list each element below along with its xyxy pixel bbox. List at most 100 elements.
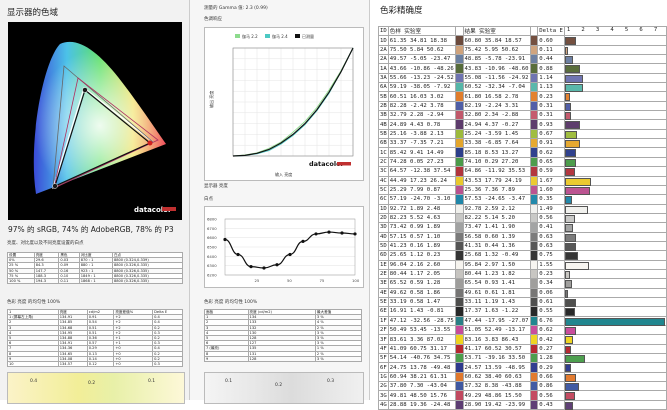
delta-e-bar-cell [563, 203, 667, 214]
delta-e-bar-cell [563, 399, 667, 410]
patch-id: 6A [378, 82, 389, 93]
gamut-title: 显示器的色域 [7, 8, 59, 18]
reference-swatch [454, 324, 464, 336]
measured-lab: 60.80 35.84 18.57 [462, 35, 531, 46]
delta-e-bar [564, 130, 577, 139]
gamma-panel: 测量的 Gamma 值: 2.3 (0.99) 色调响应 伽马 2.2 伽马 2… [190, 0, 370, 404]
measured-swatch [529, 35, 539, 46]
measured-swatch [529, 231, 539, 242]
reference-swatch [454, 156, 464, 168]
white-point-marker [236, 252, 240, 257]
patch-id: 1F [378, 315, 389, 327]
delta-e-bar [564, 74, 584, 83]
reference-swatch [454, 222, 464, 233]
reference-swatch [454, 100, 464, 112]
measured-lab: 75.42 5.95 50.62 [462, 44, 531, 56]
delta-e-bar-cell [563, 381, 667, 392]
table-cell: 1868 : 1 [78, 277, 113, 285]
table-row: 5B 25.16 -3.88 2.13 25.24 -3.59 1.45 0.67 [378, 128, 667, 140]
delta-e-bar [564, 102, 572, 111]
delta-e-value: 0.29 [537, 362, 565, 373]
measured-lab: 25.36 7.36 7.89 [462, 184, 531, 196]
delta-e-bar [564, 56, 574, 65]
delta-e-bar-cell [563, 222, 667, 233]
legend-gamma22: 伽马 2.2 [242, 33, 258, 39]
patch-id: 1C [378, 147, 389, 158]
table-row: 3G 49.81 48.50 15.76 49.29 48.86 15.50 0.56 [378, 390, 667, 401]
delta-e-bar [564, 37, 576, 46]
measured-swatch [529, 287, 539, 298]
patch-id: 2E [378, 268, 389, 280]
delta-e-bar-cell [563, 119, 667, 130]
delta-e-bar-cell [563, 306, 667, 317]
patch-id: 5E [378, 296, 389, 308]
table-row: 3F 83.61 3.36 87.02 83.16 3.83 86.43 0.42 [378, 334, 667, 345]
patch-id: 1E [378, 259, 389, 270]
measured-lab: 25.68 1.32 -0.49 [462, 250, 531, 261]
delta-e-bar [564, 242, 576, 251]
reference-swatch [454, 194, 464, 205]
measured-lab: 73.47 1.41 1.90 [462, 222, 531, 233]
delta-e-bar-cell [563, 72, 667, 84]
delta-e-bar-cell [563, 156, 667, 168]
table-row: 5F 54.14 -40.76 34.75 53.71 -39.16 33.50 1.… [378, 353, 667, 364]
patch-id: 3C [378, 166, 389, 177]
delta-e-bar [564, 112, 572, 121]
reference-lab: 16.91 1.43 -0.81 [387, 306, 456, 317]
column-header [529, 25, 539, 37]
delta-e-bar [564, 345, 571, 354]
table-row: 6C 57.19 -24.70 -3.10 57.53 -24.65 -3.47 0.… [378, 194, 667, 205]
reference-lab: 24.89 4.43 0.78 [387, 119, 456, 130]
delta-e-value: 0.66 [537, 371, 565, 383]
delta-e-bar [564, 392, 575, 401]
patch-id: 6B [378, 138, 389, 149]
table-cell: 9 [204, 355, 249, 363]
delta-e-value: 0.91 [537, 138, 565, 149]
uniformity-table: 1 亮度 cd/m2 亮度差值% Delta E1 (屏幕左上角) 134.91 0.91 +… [7, 308, 183, 368]
measured-swatch [529, 175, 539, 186]
delta-e-bar [564, 214, 575, 223]
measured-swatch [529, 278, 539, 289]
delta-e-value: 0.63 [537, 240, 565, 252]
delta-e-value: 0.23 [537, 268, 565, 280]
measured-swatch [529, 44, 539, 56]
delta-e-value: 0.42 [537, 334, 565, 345]
patch-id: 6D [378, 250, 389, 261]
y-tick-label: 6600 [207, 235, 217, 240]
patch-id: 3B [378, 110, 389, 121]
mid-uniformity-title: 色彩 亮度 的均匀性 100% [204, 300, 258, 305]
scale-tick-label: 3 [595, 27, 600, 33]
table-row: 5D 41.23 0.16 1.89 41.31 0.44 1.36 0.63 [378, 240, 667, 252]
delta-e-value: 0.88 [537, 63, 565, 74]
reference-lab: 47.12 -32.56 -28.75 [387, 315, 456, 327]
gamma-xlabel: 输入 亮度 [275, 171, 292, 177]
patch-id: 2B [378, 100, 389, 112]
panel-uniformity-table: 面板 亮度 (cd/m2) 最大差值 1 134 3 % 2 133 4 % 3 132 2 % 4 13… [204, 308, 363, 363]
y-tick-label: 6200 [207, 273, 217, 278]
table-row: 4B 24.89 4.43 0.78 24.94 4.37 -0.27 0.93 [378, 119, 667, 130]
reference-swatch [454, 91, 464, 102]
x-tick-label: 75 [320, 278, 325, 283]
delta-e-value: 0.55 [537, 306, 565, 317]
gamma-subtitle: 色调响应 [204, 17, 222, 22]
table-row: 6D 25.65 1.12 0.23 25.68 1.32 -0.49 0.75 [378, 250, 667, 261]
scale-tick-label: 6 [639, 27, 643, 33]
measured-lab: 25.24 -3.59 1.45 [462, 128, 531, 140]
table-row: 3B 32.79 2.28 -2.94 32.80 2.34 -2.88 0.31 [378, 110, 667, 121]
delta-e-bar-cell [563, 35, 667, 46]
table-row: 3D 73.42 0.99 1.89 73.47 1.41 1.90 0.41 [378, 222, 667, 233]
x-tick-label: 100 [352, 278, 360, 283]
delta-e-bar [564, 84, 584, 93]
delta-e-bar-cell [563, 353, 667, 364]
table-row: 2G 37.80 7.30 -43.04 37.32 8.38 -43.88 0.86 [378, 381, 667, 392]
patch-id: 5B [378, 128, 389, 140]
patch-id: 5D [378, 240, 389, 252]
heat-label: 0.1 [225, 379, 233, 384]
patch-id: 1D [378, 203, 389, 214]
reference-swatch [454, 72, 464, 84]
reference-lab: 60.51 16.03 3.02 [387, 91, 456, 102]
reference-lab: 57.15 0.57 1.10 [387, 231, 456, 242]
delta-e-bar-cell [563, 334, 667, 345]
patch-id: 6C [378, 194, 389, 205]
reference-lab: 49.62 0.58 1.86 [387, 287, 456, 298]
